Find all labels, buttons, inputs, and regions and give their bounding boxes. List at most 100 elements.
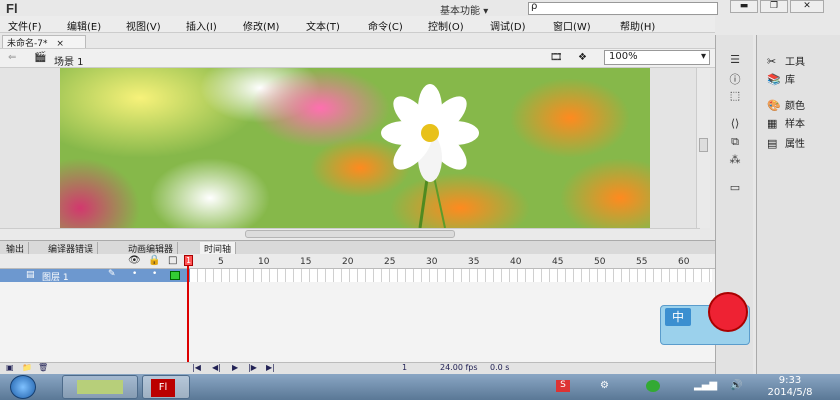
menu-edit[interactable]: 编辑(E) [67,18,101,33]
timeline-footer: ▣ 📁 🗑 |◀ ◀| ▶ |▶ ▶| 1 24.00 fps 0.0 s [0,362,715,374]
menu-help[interactable]: 帮助(H) [620,18,655,33]
frame-tick: 55 [636,257,648,267]
code-snippets-icon[interactable]: ⟨⟩ [726,117,744,130]
next-frame-icon[interactable]: |▶ [248,363,257,372]
menu-text[interactable]: 文本(T) [306,18,340,33]
system-clock[interactable]: 9:33 2014/5/8 [760,375,820,399]
panel-swatches[interactable]: ▦ 样本 [767,115,805,130]
menu-bar: 文件(F) 编辑(E) 视图(V) 插入(I) 修改(M) 文本(T) 命令(C… [0,16,715,33]
time-readout: 0.0 s [490,363,510,372]
ime-mascot-icon [708,292,748,332]
frame-tick: 20 [342,257,354,267]
flower-photo [60,68,650,228]
ime-mode-button[interactable]: 中 [665,308,691,326]
fps-readout[interactable]: 24.00 fps [440,363,478,372]
frame-tick: 60 [678,257,690,267]
taskbar-app-explorer[interactable] [62,375,138,399]
frame-tick: 30 [426,257,438,267]
network-tray-icon[interactable]: ⚙ [600,380,609,391]
docked-panels: ✂ 工具 📚 库 🎨 颜色 ▦ 样本 ▤ 属性 [756,35,840,374]
sogou-tray-icon[interactable]: S [556,380,570,392]
project-icon[interactable]: ▭ [726,181,744,194]
layer-color-swatch[interactable] [170,271,180,280]
transform-icon[interactable]: ⬚ [726,89,744,102]
layer-icon: ▤ [26,270,35,280]
volume-icon[interactable]: 🔊 [730,380,742,391]
playhead[interactable]: 1 [184,255,193,266]
playhead-line[interactable] [187,256,189,362]
flash-app-icon: Fl [151,379,175,397]
menu-debug[interactable]: 调试(D) [490,18,526,33]
delete-layer-icon[interactable]: 🗑 [38,363,48,372]
layer-name[interactable]: 图层 1 [42,270,69,283]
prev-frame-icon[interactable]: ◀| [212,363,221,372]
play-icon[interactable]: ▶ [232,363,238,372]
panel-tools[interactable]: ✂ 工具 [767,53,805,68]
lock-dot[interactable]: • [152,269,157,279]
lock-icon[interactable]: 🔒 [148,255,160,266]
frame-tick: 15 [300,257,312,267]
timeline-header: 👁 🔒 □ [0,254,715,269]
frame-tick: 50 [594,257,606,267]
close-button[interactable]: ✕ [790,0,824,13]
new-layer-icon[interactable]: ▣ [6,363,14,372]
back-arrow-icon[interactable]: ⇐ [8,52,16,63]
components-icon[interactable]: ⧉ [726,135,744,148]
frame-tick: 45 [552,257,564,267]
scene-clapper-icon: 🎬 [34,52,47,63]
frame-tick: 40 [510,257,522,267]
frame-tick: 10 [258,257,270,267]
restore-button[interactable]: ❐ [760,0,788,13]
frame-tick: 35 [468,257,480,267]
bottom-panel-tabs: 输出 编译器错误 动画编辑器 时间轴 [0,240,715,255]
edit-scene-icon[interactable]: 🎞 [550,52,563,63]
menu-window[interactable]: 窗口(W) [553,18,591,33]
frame-cells[interactable] [190,269,712,282]
panel-library[interactable]: 📚 库 [767,71,795,86]
layer-row[interactable]: ▤ 图层 1 ✎ • • [0,269,190,283]
flash-logo: Fl [6,1,18,16]
panel-properties[interactable]: ▤ 属性 [767,135,805,150]
first-frame-icon[interactable]: |◀ [192,363,201,372]
align-icon[interactable]: ☰ [726,53,744,66]
tools-icon: ✂ [767,55,777,68]
menu-commands[interactable]: 命令(C) [368,18,403,33]
new-folder-icon[interactable]: 📁 [22,363,32,372]
explorer-icon [77,380,123,394]
chevron-down-icon: ▾ [700,51,706,62]
minimize-button[interactable]: ▬ [730,0,758,13]
clock-time: 9:33 [778,375,802,386]
eye-icon[interactable]: 👁 [128,255,141,266]
workspace-switcher[interactable]: 基本功能 ▾ [440,2,488,17]
motion-presets-icon[interactable]: ⁂ [726,153,744,166]
document-tab[interactable]: 未命名-7* × [2,35,86,49]
taskbar-app-flash[interactable]: Fl [142,375,190,399]
clock-date: 2014/5/8 [767,387,813,398]
panel-color[interactable]: 🎨 颜色 [767,97,805,112]
menu-file[interactable]: 文件(F) [8,18,42,33]
vertical-scrollbar[interactable] [696,68,710,228]
zoom-value: 100% [609,51,638,62]
info-icon[interactable]: ⓘ [726,71,744,86]
pencil-icon: ✎ [108,269,116,279]
menu-modify[interactable]: 修改(M) [243,18,279,33]
menu-insert[interactable]: 插入(I) [186,18,217,33]
menu-control[interactable]: 控制(O) [428,18,464,33]
menu-view[interactable]: 视图(V) [126,18,161,33]
properties-icon: ▤ [767,137,778,150]
zoom-select[interactable]: 100% ▾ [604,50,710,65]
outline-icon[interactable]: □ [168,255,177,266]
start-button[interactable] [10,375,36,399]
stage-canvas[interactable] [60,68,650,228]
edit-symbols-icon[interactable]: ❖ [578,52,587,63]
signal-tray-icon[interactable]: ▂▄▆ [694,380,717,391]
scene-label: 场景 1 [54,57,84,68]
horizontal-scroll-thumb[interactable] [245,230,455,238]
library-icon: 📚 [767,73,781,86]
security-tray-icon[interactable] [646,380,660,392]
visibility-dot[interactable]: • [132,269,137,279]
help-search-input[interactable]: ρ [528,1,718,15]
vertical-scroll-thumb[interactable] [699,138,708,152]
last-frame-icon[interactable]: ▶| [266,363,275,372]
color-icon: 🎨 [767,99,781,112]
